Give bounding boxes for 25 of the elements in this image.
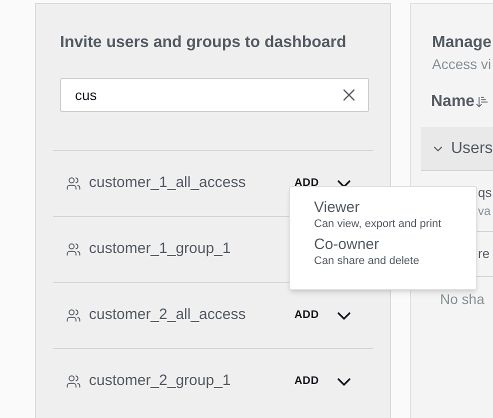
- user-name: re: [478, 245, 491, 263]
- user-detail: va: [478, 203, 492, 219]
- add-button[interactable]: ADD: [294, 175, 319, 192]
- role-option[interactable]: Co-owner Can share and delete: [314, 236, 476, 269]
- group-icon: [66, 308, 81, 323]
- group-label: Users: [451, 138, 493, 158]
- sort-icon[interactable]: [474, 95, 489, 109]
- group-name: customer_1_all_access: [89, 173, 246, 194]
- column-header[interactable]: Name: [431, 90, 475, 114]
- group-row[interactable]: Users: [421, 127, 493, 171]
- empty-message: No sha: [440, 290, 486, 309]
- panel-title: Manage: [432, 33, 493, 53]
- group-name: customer_1_group_1: [89, 239, 231, 260]
- panel-subtitle: Access vi: [432, 55, 492, 74]
- add-button[interactable]: ADD: [294, 307, 319, 324]
- search-field[interactable]: cus: [60, 78, 369, 112]
- user-name: qs: [478, 184, 493, 202]
- panel-title: Invite users and groups to dashboard: [60, 33, 348, 53]
- group-icon: [66, 176, 81, 191]
- add-button[interactable]: ADD: [294, 373, 319, 390]
- group-name: customer_2_group_1: [89, 371, 231, 392]
- group-icon: [66, 374, 81, 389]
- group-icon: [66, 242, 81, 257]
- role-option[interactable]: Viewer Can view, export and print: [314, 199, 476, 232]
- group-name: customer_2_all_access: [89, 305, 246, 326]
